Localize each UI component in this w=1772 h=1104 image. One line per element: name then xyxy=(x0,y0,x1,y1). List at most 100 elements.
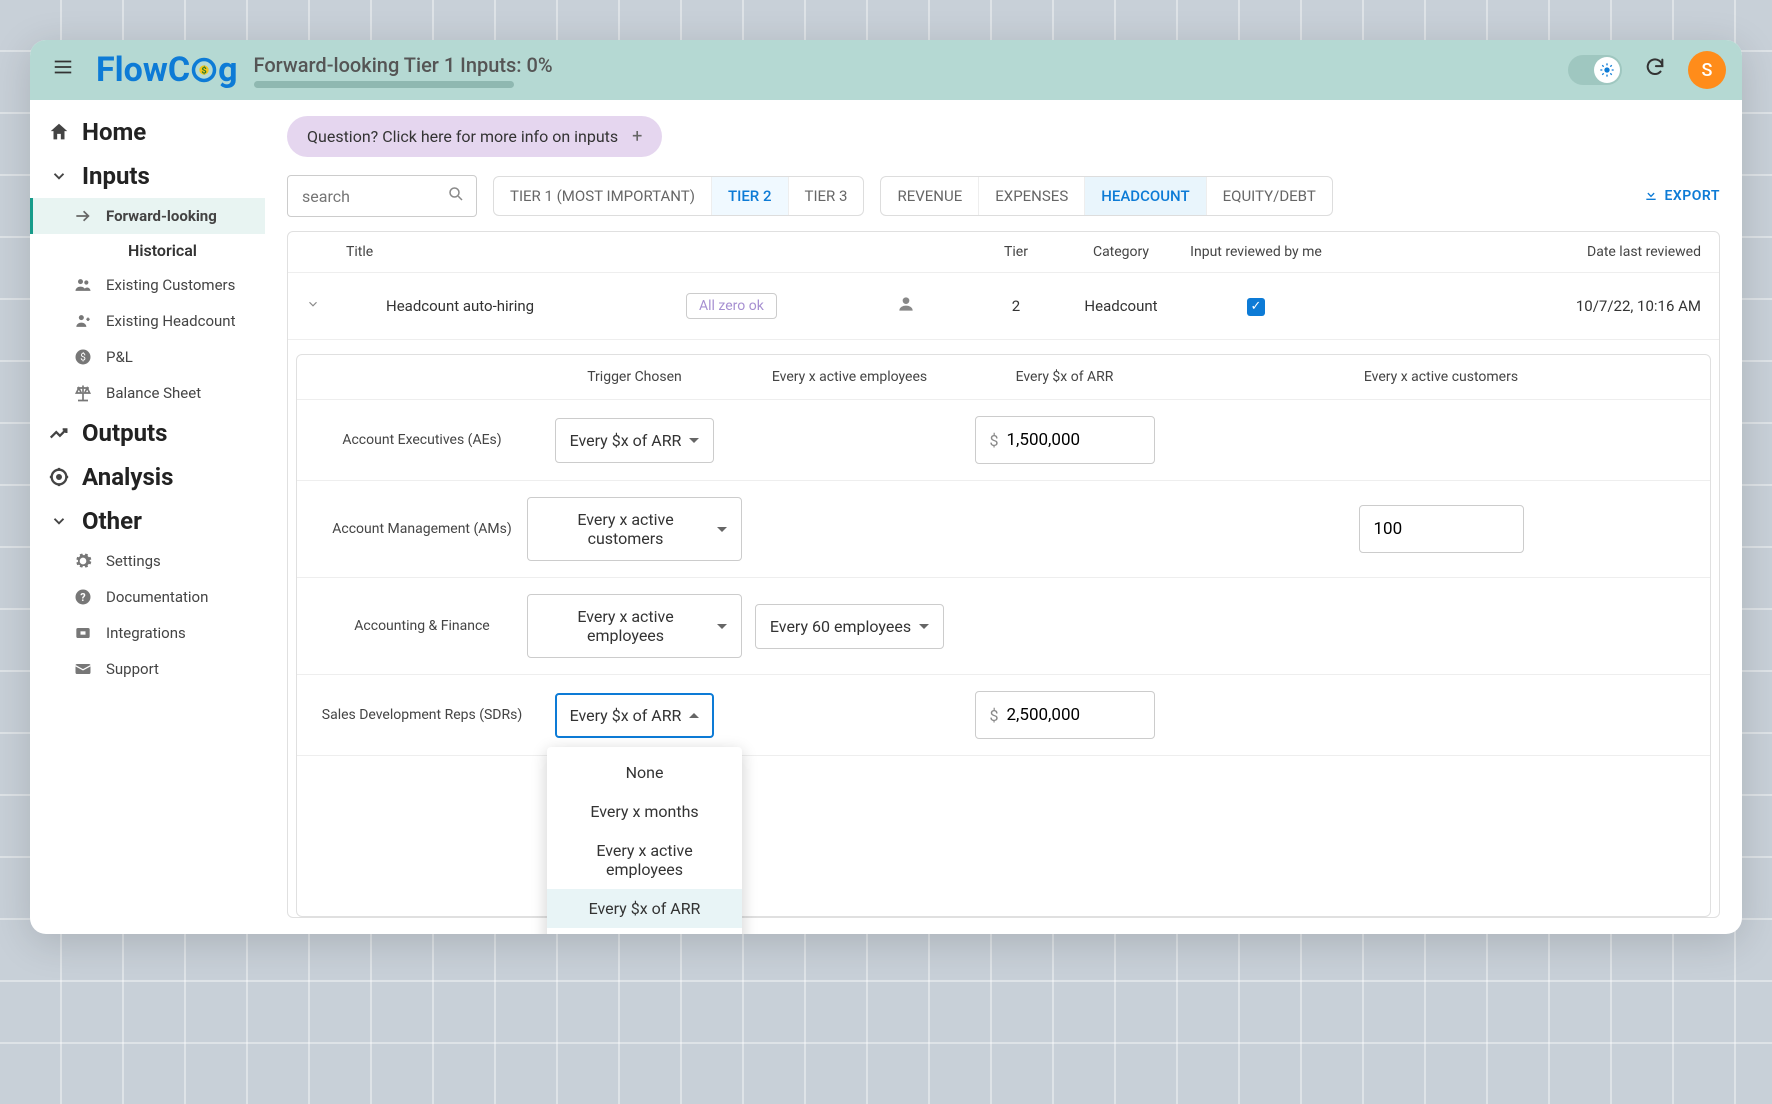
target-icon xyxy=(48,466,70,488)
inputs-table: Title Tier Category Input reviewed by me… xyxy=(287,231,1720,918)
dh-cust: Every x active customers xyxy=(1172,369,1710,385)
th-date: Date last reviewed xyxy=(1326,244,1701,260)
tab-tier2[interactable]: TIER 2 xyxy=(712,177,789,215)
table-row[interactable]: Headcount auto-hiring All zero ok 2 Head… xyxy=(288,273,1719,340)
detail-row-am: Account Management (AMs) Every x active … xyxy=(297,481,1710,578)
theme-toggle[interactable] xyxy=(1568,55,1622,85)
sidebar-item-settings[interactable]: Settings xyxy=(30,543,265,579)
nav-home-label: Home xyxy=(82,118,146,146)
avatar[interactable]: S xyxy=(1688,51,1726,89)
gear-icon xyxy=(72,550,94,572)
caret-up-icon xyxy=(689,713,699,718)
dropdown-option-months[interactable]: Every x months xyxy=(547,792,742,831)
dollar-icon: $ xyxy=(990,431,999,450)
dh-arr: Every $x of ARR xyxy=(957,369,1172,385)
main-content: Question? Click here for more info on in… xyxy=(265,100,1742,934)
caret-down-icon xyxy=(919,624,929,629)
trigger-select-sdr[interactable]: Every $x of ARR xyxy=(555,693,715,738)
dropdown-option-none[interactable]: None xyxy=(547,753,742,792)
app-window: FlowC$g Forward-looking Tier 1 Inputs: 0… xyxy=(30,40,1742,934)
th-title: Title xyxy=(346,244,686,260)
sidebar-item-documentation[interactable]: ? Documentation xyxy=(30,579,265,615)
detail-row-label: Account Executives (AEs) xyxy=(297,432,527,448)
logo-g: g xyxy=(218,50,237,90)
sidebar-item-integrations[interactable]: Integrations xyxy=(30,615,265,651)
export-button[interactable]: EXPORT xyxy=(1643,186,1720,206)
sidebar-item-label: Settings xyxy=(106,552,161,570)
dropdown-option-cust[interactable]: Every x active customers xyxy=(547,928,742,935)
nav-outputs-label: Outputs xyxy=(82,419,168,447)
sidebar-item-forward-looking[interactable]: Forward-looking xyxy=(30,198,265,234)
logo-flow: Flow xyxy=(96,50,168,90)
detail-row-label: Accounting & Finance xyxy=(297,618,527,634)
dh-emp: Every x active employees xyxy=(742,369,957,385)
nav-other[interactable]: Other xyxy=(30,499,265,543)
top-bar: FlowC$g Forward-looking Tier 1 Inputs: 0… xyxy=(30,40,1742,100)
cust-input-am[interactable] xyxy=(1359,505,1524,553)
select-value: Every $x of ARR xyxy=(570,431,682,450)
th-category: Category xyxy=(1056,244,1186,260)
detail-panel: Trigger Chosen Every x active employees … xyxy=(296,354,1711,917)
sidebar-item-pl[interactable]: $ P&L xyxy=(30,339,265,375)
dollar-circle-icon: $ xyxy=(72,346,94,368)
download-icon xyxy=(1643,186,1659,206)
search-box xyxy=(287,175,477,217)
info-pill-text: Question? Click here for more info on in… xyxy=(307,127,618,146)
expand-caret[interactable] xyxy=(306,297,346,315)
tab-tier1[interactable]: TIER 1 (MOST IMPORTANT) xyxy=(494,177,712,215)
table-header-row: Title Tier Category Input reviewed by me… xyxy=(288,232,1719,273)
row-tier: 2 xyxy=(976,297,1056,315)
trigger-select-am[interactable]: Every x active customers xyxy=(527,497,742,561)
sidebar-item-label: Forward-looking xyxy=(106,207,217,225)
caret-down-icon xyxy=(689,438,699,443)
trigger-select-ae[interactable]: Every $x of ARR xyxy=(555,418,715,463)
tab-equity-debt[interactable]: EQUITY/DEBT xyxy=(1207,177,1332,215)
sidebar-item-existing-headcount[interactable]: Existing Headcount xyxy=(30,303,265,339)
nav-outputs[interactable]: Outputs xyxy=(30,411,265,455)
search-input[interactable] xyxy=(287,175,477,217)
select-value: Every x active customers xyxy=(542,510,709,548)
trending-icon xyxy=(48,422,70,444)
cust-field[interactable] xyxy=(1374,519,1494,539)
detail-row-sdr: Sales Development Reps (SDRs) Every $x o… xyxy=(297,675,1710,756)
sidebar-item-label: P&L xyxy=(106,348,133,366)
row-category: Headcount xyxy=(1056,297,1186,315)
sidebar-item-support[interactable]: Support xyxy=(30,651,265,687)
arr-field[interactable] xyxy=(1007,705,1127,725)
plus-icon: + xyxy=(632,126,642,147)
tab-revenue[interactable]: REVENUE xyxy=(881,177,979,215)
nav-inputs[interactable]: Inputs xyxy=(30,154,265,198)
dropdown-option-arr[interactable]: Every $x of ARR xyxy=(547,889,742,928)
reviewed-checkbox[interactable]: ✓ xyxy=(1247,298,1265,316)
dropdown-option-emp[interactable]: Every x active employees xyxy=(547,831,742,889)
sidebar-item-label: Balance Sheet xyxy=(106,384,201,402)
tab-headcount[interactable]: HEADCOUNT xyxy=(1085,177,1206,215)
sidebar-item-historical[interactable]: Historical xyxy=(30,234,265,267)
arr-input-ae[interactable]: $ xyxy=(975,416,1155,464)
sidebar-item-label: Existing Headcount xyxy=(106,312,235,330)
sidebar-item-existing-customers[interactable]: Existing Customers xyxy=(30,267,265,303)
tab-expenses[interactable]: EXPENSES xyxy=(979,177,1085,215)
menu-button[interactable] xyxy=(46,50,80,90)
sidebar-item-balance-sheet[interactable]: Balance Sheet xyxy=(30,375,265,411)
info-pill[interactable]: Question? Click here for more info on in… xyxy=(287,116,662,157)
refresh-icon xyxy=(1644,56,1666,84)
svg-text:?: ? xyxy=(80,591,85,604)
tab-tier3[interactable]: TIER 3 xyxy=(789,177,864,215)
detail-row-af: Accounting & Finance Every x active empl… xyxy=(297,578,1710,675)
tier-tab-group: TIER 1 (MOST IMPORTANT) TIER 2 TIER 3 xyxy=(493,176,864,216)
nav-home[interactable]: Home xyxy=(30,110,265,154)
arr-field[interactable] xyxy=(1007,430,1127,450)
hamburger-icon xyxy=(52,56,74,84)
refresh-button[interactable] xyxy=(1638,50,1672,90)
svg-text:$: $ xyxy=(201,66,206,77)
trigger-select-af[interactable]: Every x active employees xyxy=(527,594,742,658)
dollar-icon: $ xyxy=(990,706,999,725)
nav-inputs-label: Inputs xyxy=(82,162,150,190)
home-icon xyxy=(48,121,70,143)
row-title: Headcount auto-hiring xyxy=(346,297,686,315)
nav-analysis[interactable]: Analysis xyxy=(30,455,265,499)
arr-input-sdr[interactable]: $ xyxy=(975,691,1155,739)
emp-select-af[interactable]: Every 60 employees xyxy=(755,604,944,649)
help-icon: ? xyxy=(72,586,94,608)
